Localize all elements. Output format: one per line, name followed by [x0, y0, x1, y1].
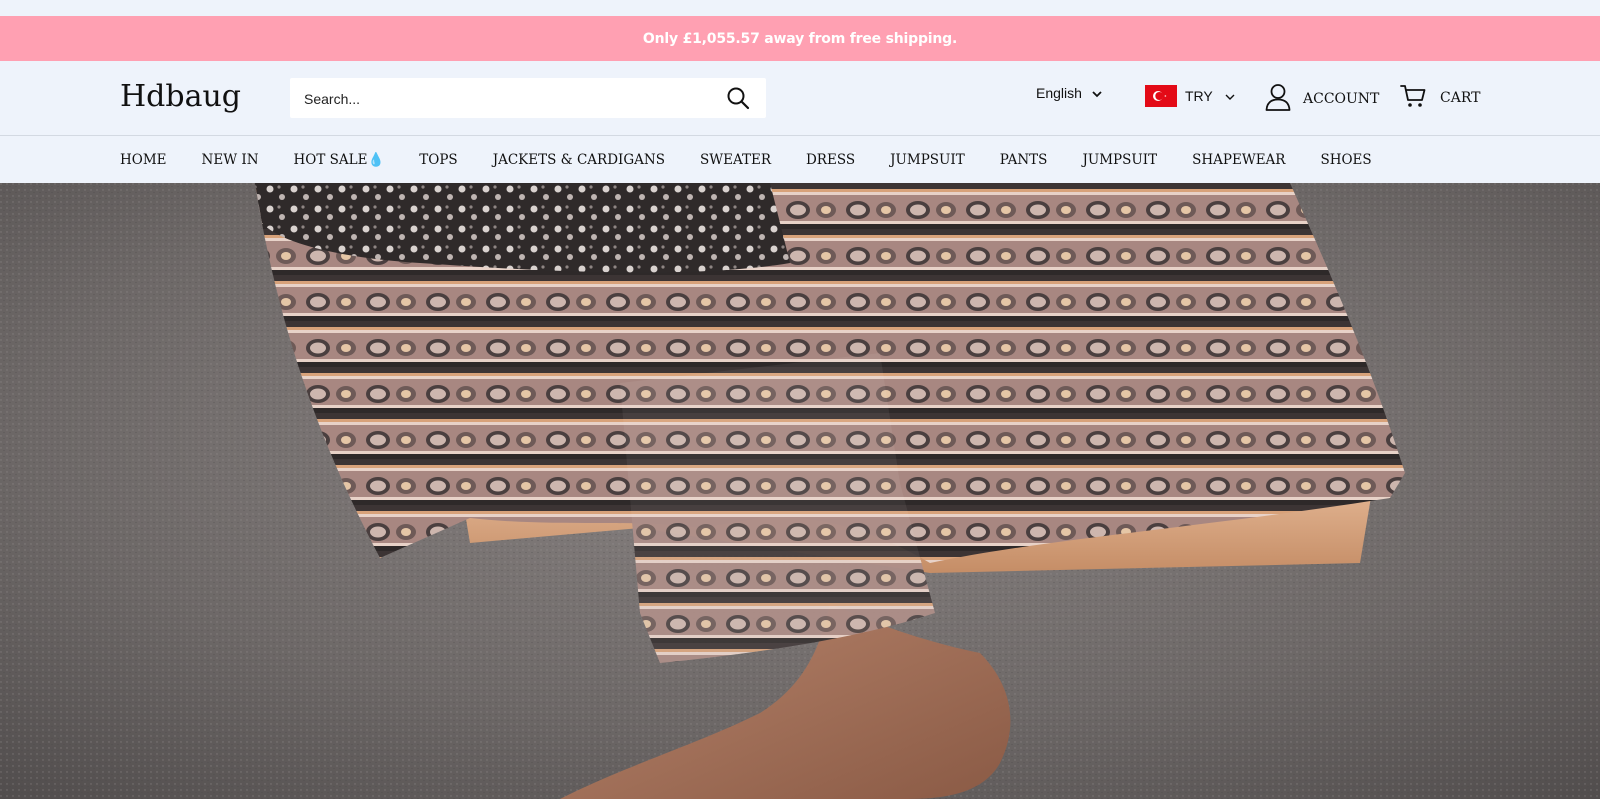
turkey-flag-icon [1145, 85, 1177, 107]
announcement-bar: Only £1,055.57 away from free shipping. [0, 16, 1600, 61]
search-icon[interactable] [726, 86, 750, 110]
account-link[interactable]: ACCOUNT [1265, 83, 1379, 115]
site-logo[interactable]: Hdbaug [120, 79, 241, 114]
main-navigation: HOME NEW IN HOT SALE💧 TOPS JACKETS & CAR… [0, 136, 1600, 183]
nav-item-jumpsuit-2[interactable]: JUMPSUIT [1082, 152, 1157, 168]
nav-item-sweater[interactable]: SWEATER [700, 152, 771, 168]
cart-icon [1400, 83, 1426, 113]
nav-item-tops[interactable]: TOPS [419, 152, 457, 168]
nav-item-hot-sale[interactable]: HOT SALE💧 [294, 152, 385, 168]
nav-item-jumpsuit[interactable]: JUMPSUIT [890, 152, 965, 168]
hero-banner-image[interactable] [0, 183, 1600, 799]
cart-link[interactable]: CART [1400, 83, 1480, 113]
search-input[interactable] [302, 78, 706, 120]
nav-item-jackets-cardigans[interactable]: JACKETS & CARDIGANS [493, 152, 665, 168]
language-selector[interactable]: English [1036, 85, 1102, 101]
user-icon [1265, 83, 1291, 115]
cart-label: CART [1440, 90, 1481, 106]
currency-label: TRY [1185, 88, 1213, 104]
chevron-down-icon [1092, 85, 1102, 101]
nav-item-home[interactable]: HOME [120, 152, 167, 168]
nav-item-new-in[interactable]: NEW IN [202, 152, 259, 168]
language-label: English [1036, 85, 1082, 101]
nav-item-pants[interactable]: PANTS [1000, 152, 1048, 168]
nav-item-dress[interactable]: DRESS [806, 152, 855, 168]
currency-selector[interactable]: TRY [1145, 85, 1235, 107]
nav-item-shoes[interactable]: SHOES [1320, 152, 1371, 168]
top-strip [0, 0, 1600, 16]
site-header: Hdbaug English TRY [0, 61, 1600, 136]
account-label: ACCOUNT [1303, 91, 1380, 107]
announcement-text: Only £1,055.57 away from free shipping. [642, 30, 958, 47]
search-form [290, 78, 766, 120]
chevron-down-icon [1225, 88, 1235, 104]
nav-item-shapewear[interactable]: SHAPEWEAR [1192, 152, 1285, 168]
